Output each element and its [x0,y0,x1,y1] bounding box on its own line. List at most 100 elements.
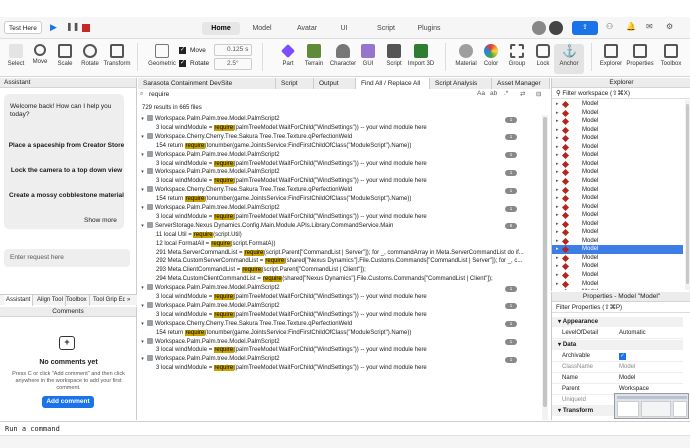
prop-classname[interactable]: ClassName Model [552,362,683,373]
test-here-dropdown[interactable]: Test Here ▾ [4,21,42,45]
result-file-row[interactable]: ▾ Workspace.Palm.Palm.tree.Model.PalmScri… [138,284,543,293]
chevron-right-icon[interactable]: ▸ [556,271,559,280]
suggestion-material[interactable]: Create a mossy cobblestone material [8,192,125,200]
pause-icon[interactable]: ❚❚ [66,22,79,31]
share-icon[interactable]: ⇪ [572,21,598,35]
chevron-right-icon[interactable]: ▸ [556,160,559,169]
explorer-item[interactable]: ▸ Model [552,203,683,212]
chevron-down-icon[interactable]: ▾ [138,222,147,231]
chevron-right-icon[interactable]: ▸ [556,177,559,186]
transform-button[interactable]: Transform [101,44,133,67]
explorer-item[interactable]: ▸ Model [552,254,683,263]
chevron-right-icon[interactable]: ▸ [556,237,559,246]
result-line-row[interactable]: 292 Meta.CustomServerCommandList = requi… [138,257,543,266]
command-bar[interactable]: Run a command [0,421,690,435]
explorer-item[interactable]: ▸ Model [552,228,683,237]
explorer-item[interactable]: ▸ Model [552,126,683,135]
result-line-row[interactable]: 294 Meta.CustomClientCommandList = requi… [138,275,543,284]
chevron-right-icon[interactable]: ▸ [556,109,559,118]
explorer-item[interactable]: ▸ Model [552,134,683,143]
result-line-row[interactable]: 3 local windModule = require(palmTreeMod… [138,311,543,320]
result-line-row[interactable]: 154 return require(tonumber(game.JointsS… [138,195,543,204]
group-appearance[interactable]: ▾ Appearance [552,317,683,327]
result-line-row[interactable]: 154 return require(tonumber(game.JointsS… [138,142,543,151]
tab-asset-manager[interactable]: Asset Manager [492,78,550,89]
chevron-right-icon[interactable]: ▸ [556,211,559,220]
result-file-row[interactable]: ▾ Workspace.Palm.Palm.tree.Model.PalmScri… [138,168,543,177]
prop-level-of-detail[interactable]: LevelOfDetail Automatic [552,328,683,339]
chevron-right-icon[interactable]: ▸ [556,186,559,195]
tab-script[interactable]: Script [370,22,402,35]
prop-archivable[interactable]: Archivable ✓ [552,351,683,362]
chevron-right-icon[interactable]: ▸ [556,288,559,290]
chevron-right-icon[interactable]: ▸ [556,143,559,152]
tab-align-tool[interactable]: Align Tool [35,295,66,306]
scrollbar-thumb[interactable] [543,117,547,407]
chevron-down-icon[interactable]: ▾ [138,115,147,124]
chevron-right-icon[interactable]: ▸ [556,245,559,254]
chevron-right-icon[interactable]: ▸ [556,134,559,143]
explorer-item[interactable]: ▸ Model [552,168,683,177]
find-options-icon[interactable]: Aa [477,90,485,97]
result-line-row[interactable]: 3 local windModule = require(palmTreeMod… [138,160,543,169]
tab-assistant[interactable]: Assistant [4,295,34,306]
chevron-down-icon[interactable]: ▾ [138,284,147,293]
explorer-item[interactable]: ▸ Model [552,100,683,109]
stop-icon[interactable] [82,24,90,32]
result-line-row[interactable]: 3 local windModule = require(palmTreeMod… [138,177,543,186]
rotate-snap-field[interactable]: 2.5° [214,58,252,70]
chevron-down-icon[interactable]: ▾ [138,355,147,364]
viewport-thumbnail[interactable] [614,393,689,419]
result-file-row[interactable]: ▾ Workspace.Cherry.Cherry.Tree.Sakura Tre… [138,132,543,142]
result-file-row[interactable]: ▾ ServerStorage.Nexus Dynamics.Config.Mai… [138,221,543,231]
tab-ui[interactable]: UI [333,22,355,35]
import3d-button[interactable]: Import 3D [404,44,438,67]
chevron-right-icon[interactable]: ▸ [556,100,559,109]
explorer-item[interactable]: ▸ Model [552,143,683,152]
tab-find-all[interactable]: Find All / Replace All [356,78,430,89]
avatar[interactable] [549,21,563,35]
chevron-down-icon[interactable]: ▾ [138,302,147,311]
properties-button[interactable]: Properties [624,44,656,67]
prop-name[interactable]: Name Model [552,373,683,384]
group-data[interactable]: ▾ Data [552,340,683,350]
tab-avatar[interactable]: Avatar [290,22,324,35]
explorer-button[interactable]: Explorer [596,44,626,67]
move-snap-field[interactable]: 0.125 s [214,44,252,56]
results-scrollbar[interactable] [542,115,548,420]
scrollbar-thumb[interactable] [686,104,689,284]
explorer-item[interactable]: ▸ Model [552,177,683,186]
tab-home[interactable]: Home [202,22,240,35]
explorer-item[interactable]: ▸ Model [552,194,683,203]
result-line-row[interactable]: 3 local windModule = require(palmTreeMod… [138,124,543,133]
chevron-right-icon[interactable]: ▸ [556,228,559,237]
chevron-right-icon[interactable]: ▸ [556,126,559,135]
move-snap-checkbox[interactable]: ✓ [179,47,186,54]
explorer-item[interactable]: ▸ Model [552,186,683,195]
chevron-right-icon[interactable]: ▸ [556,194,559,203]
properties-filter[interactable]: Filter Properties (⇧⌘P) [552,303,690,313]
chevron-down-icon[interactable]: ▾ [138,133,147,142]
assistant-input[interactable]: Enter request here [4,249,130,267]
chevron-down-icon[interactable]: ▾ [138,186,147,195]
result-file-row[interactable]: ▾ Workspace.Palm.Palm.tree.Model.PalmScri… [138,337,543,347]
result-file-row[interactable]: ▾ Workspace.Cherry.Cherry.Tree.Sakura Tre… [138,186,543,195]
explorer-item[interactable]: ▸ Model [552,151,683,160]
chevron-right-icon[interactable]: ▸ [556,220,559,229]
explorer-item[interactable]: ▸ Model [552,109,683,118]
result-line-row[interactable]: 3 local windModule = require(palmTreeMod… [138,364,543,373]
explorer-filter[interactable]: ⚲ Filter workspace (⇧⌘X) [552,89,690,99]
settings-icon[interactable]: ⚙ [666,22,673,31]
tab-script[interactable]: Script [276,78,314,89]
chat-icon[interactable]: ✉ [646,22,653,31]
result-line-row[interactable]: 291 Meta.ServerCommandList = require(scr… [138,249,543,258]
chevron-down-icon[interactable]: ▾ [138,204,147,213]
tab-tool-grip-editor[interactable]: Tool Grip Editor [91,295,125,306]
tab-toolbox[interactable]: Toolbox [64,295,90,306]
rotate-snap-checkbox[interactable]: ✓ [179,60,186,67]
tab-output[interactable]: Output [314,78,356,89]
explorer-item[interactable]: ▸ Model [552,245,683,254]
chevron-down-icon[interactable]: ▾ [138,151,147,160]
anchor-button[interactable]: ⚓ Anchor [554,44,584,74]
result-file-row[interactable]: ▾ Workspace.Palm.Palm.tree.Model.PalmScri… [138,301,543,311]
